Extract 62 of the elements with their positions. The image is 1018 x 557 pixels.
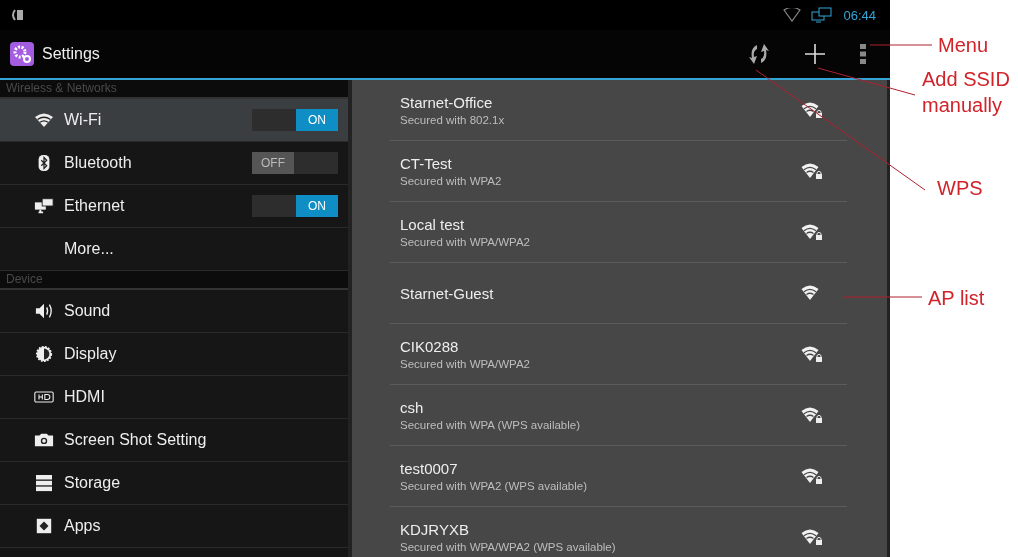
security-label: Secured with WPA/WPA2 (WPS available) <box>400 541 617 553</box>
callout-label: Menu <box>938 33 990 58</box>
app-title: Settings <box>42 45 100 63</box>
plus-icon <box>804 43 826 65</box>
access-point-item[interactable]: test0007 Secured with WPA2 (WPS available) <box>390 446 847 507</box>
security-label: Secured with WPA2 <box>400 175 503 187</box>
access-point-item[interactable]: Starnet-Office Secured with 802.1x <box>390 80 847 141</box>
storage-icon <box>34 474 54 492</box>
network-name: Starnet-Office <box>400 94 494 111</box>
speaker-icon <box>34 302 54 320</box>
settings-item[interactable]: Bluetooth OFF <box>0 142 348 185</box>
settings-item[interactable]: Apps <box>0 505 348 548</box>
callout-label: Add SSID manually <box>922 67 1011 118</box>
network-name: csh <box>400 399 425 416</box>
settings-item[interactable]: Storage <box>0 462 348 505</box>
section-header: Device <box>0 271 348 290</box>
settings-item[interactable]: Screen Shot Setting <box>0 419 348 462</box>
settings-item[interactable]: HDMI <box>0 376 348 419</box>
clock-time: 06:44 <box>843 7 876 23</box>
switch-thumb: ON <box>296 195 338 217</box>
callout-label: AP list <box>928 286 986 311</box>
section-header: Wireless & Networks <box>0 80 348 99</box>
security-label: Secured with 802.1x <box>400 114 506 126</box>
security-label: Secured with WPA2 (WPS available) <box>400 480 589 492</box>
network-name: test0007 <box>400 460 459 477</box>
brightness-icon <box>34 345 54 363</box>
camera-icon <box>34 431 54 449</box>
network-name: Starnet-Guest <box>400 284 495 302</box>
access-point-item[interactable]: CT-Test Secured with WPA2 <box>390 141 847 202</box>
access-point-item[interactable]: KDJRYXB Secured with WPA/WPA2 (WPS available) <box>390 507 847 557</box>
ethernet-icon <box>34 197 54 215</box>
security-label: Secured with WPA/WPA2 <box>400 358 531 370</box>
access-point-item[interactable]: CIK0288 Secured with WPA/WPA2 <box>390 324 847 385</box>
network-name: CT-Test <box>400 155 453 172</box>
menu-icon <box>860 43 866 65</box>
network-name: CIK0288 <box>400 338 460 355</box>
toggle-switch[interactable]: ON <box>252 109 338 131</box>
phone-icon <box>10 8 24 22</box>
callout-label: WPS <box>937 176 984 201</box>
switch-thumb: ON <box>296 109 338 131</box>
network-name: Local test <box>400 216 466 233</box>
settings-item[interactable]: Sound <box>0 290 348 333</box>
toggle-switch[interactable]: OFF <box>252 152 338 174</box>
circular-arrows-icon <box>748 42 770 66</box>
leader-line <box>869 44 933 46</box>
apps-icon <box>34 517 54 535</box>
security-label: Secured with WPA (WPS available) <box>400 419 582 431</box>
toggle-switch[interactable]: ON <box>252 195 338 217</box>
access-point-item[interactable]: csh Secured with WPA (WPS available) <box>390 385 847 446</box>
settings-item[interactable]: Display <box>0 333 348 376</box>
wifi-icon <box>34 111 54 129</box>
switch-thumb: OFF <box>252 152 294 174</box>
access-point-item[interactable]: Local test Secured with WPA/WPA2 <box>390 202 847 263</box>
settings-item[interactable]: Ethernet ON <box>0 185 348 228</box>
security-label: Secured with WPA/WPA2 <box>400 236 531 248</box>
wifi-outline-icon <box>783 8 802 22</box>
network-name: KDJRYXB <box>400 521 470 538</box>
settings-app-icon <box>10 42 34 66</box>
monitor-icon <box>811 7 834 23</box>
hd-icon <box>34 388 54 406</box>
access-point-item[interactable]: Starnet-Guest <box>390 263 847 324</box>
settings-item[interactable]: Wi-Fi ON <box>0 99 348 142</box>
